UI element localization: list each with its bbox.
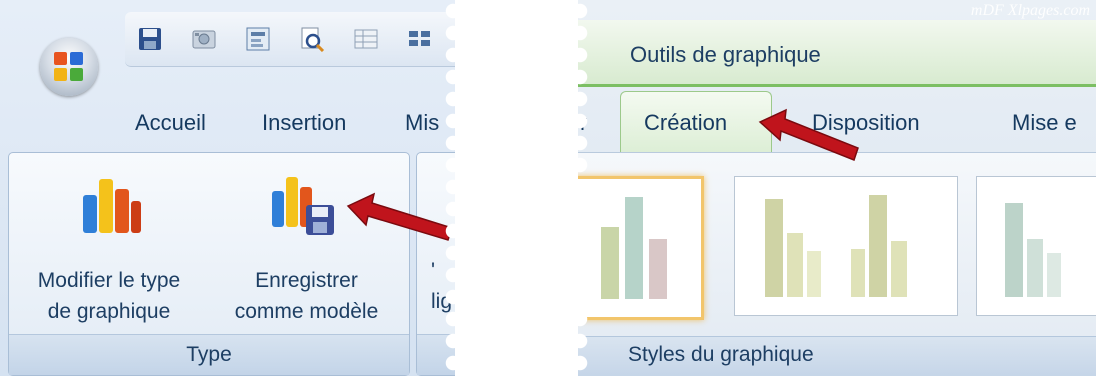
tab-mise-en-forme[interactable]: Mise e: [1012, 110, 1077, 136]
command-label-line1: Enregistrer: [255, 269, 358, 292]
torn-edge: [439, 0, 455, 376]
styles-footer: Styles du graphique: [578, 336, 1096, 376]
group-type: Modifier le type de graphique Enregistre…: [8, 152, 410, 376]
watermark: mDF Xlpages.com: [970, 2, 1090, 19]
contextual-tab-header: Outils de graphique: [578, 20, 1096, 87]
save-icon[interactable]: [137, 26, 163, 52]
command-label-line1: Modifier le type: [37, 269, 181, 292]
office-button[interactable]: [40, 38, 98, 96]
command-label-line2: comme modèle: [234, 300, 379, 323]
group-label-chart-styles: Styles du graphique: [628, 343, 814, 366]
change-chart-type-button[interactable]: Modifier le type de graphique: [9, 163, 209, 333]
camera-icon[interactable]: [191, 26, 217, 52]
torn-edge: [578, 0, 594, 376]
bar-chart-icon: [83, 179, 141, 233]
tab-accueil[interactable]: Accueil: [135, 110, 206, 136]
form-icon[interactable]: [245, 26, 271, 52]
chart-style-preview-icon: [1005, 203, 1061, 297]
chart-style-thumbnail-selected[interactable]: [578, 176, 704, 320]
chart-style-thumbnail[interactable]: [976, 176, 1096, 316]
print-preview-icon[interactable]: [299, 26, 325, 52]
group-label-type: Type: [9, 334, 409, 375]
table-icon[interactable]: [353, 26, 379, 52]
grid-icon[interactable]: [407, 26, 433, 52]
quick-access-toolbar: [125, 12, 455, 67]
red-arrow-icon: [758, 108, 859, 161]
chart-style-preview-icon: [601, 197, 667, 299]
save-as-template-icon: [272, 177, 334, 235]
context-title: Outils de graphique: [630, 42, 821, 67]
command-label-line2: de graphique: [47, 300, 171, 323]
right-ribbon-panel: Outils de graphique mDF Xlpages.com r Cr…: [578, 0, 1096, 376]
tab-insertion[interactable]: Insertion: [262, 110, 346, 136]
tab-mise-en-page[interactable]: Mis: [405, 110, 439, 136]
save-as-template-button[interactable]: Enregistrer comme modèle: [204, 163, 409, 333]
office-button-icon: [54, 52, 84, 82]
chart-style-thumbnail[interactable]: [734, 176, 958, 316]
chart-style-preview-icon: [765, 195, 907, 297]
tab-creation-label[interactable]: Création: [644, 110, 727, 136]
left-ribbon-panel: Accueil Insertion Mis Modifier le type d…: [0, 0, 455, 376]
